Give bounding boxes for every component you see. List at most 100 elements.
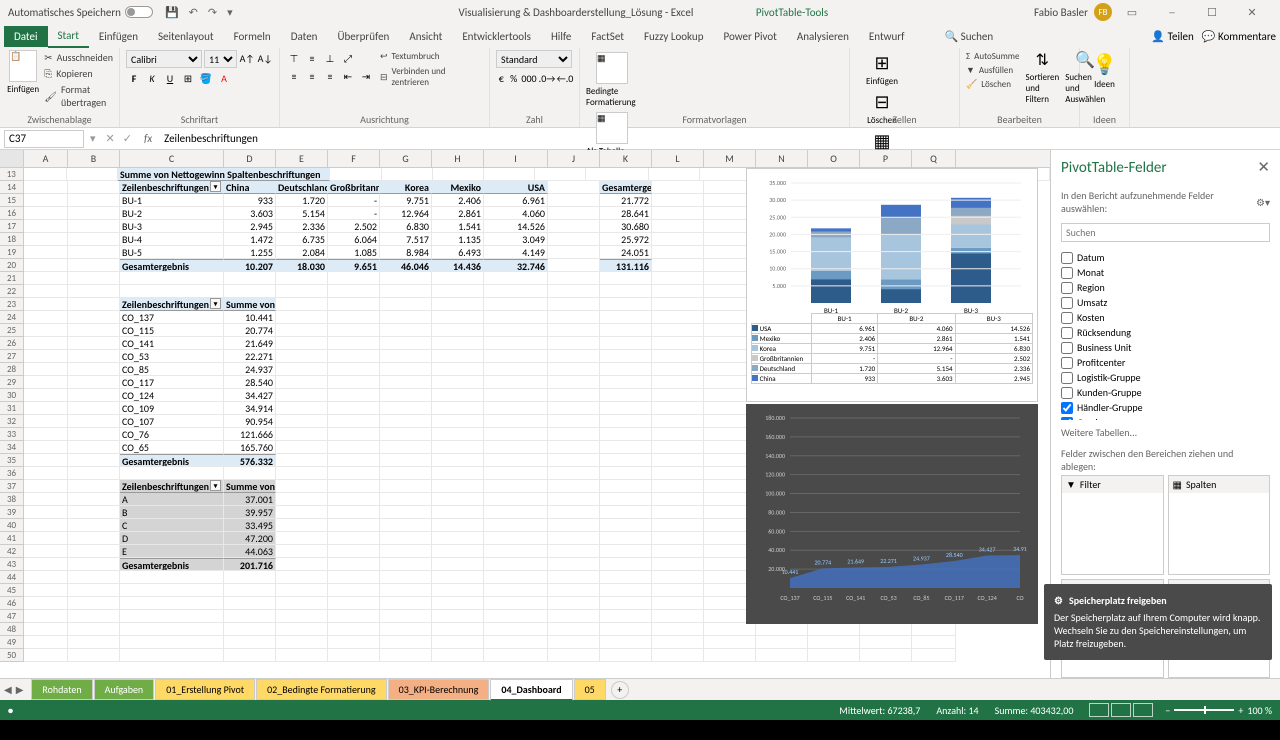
field-list[interactable]: DatumMonatRegionUmsatzKostenRücksendungB… — [1061, 250, 1270, 420]
sheet-tab-02[interactable]: 02_Bedingte Formatierung — [256, 679, 387, 700]
pane-close-icon[interactable]: ✕ — [1257, 158, 1270, 177]
field-checkbox[interactable] — [1061, 267, 1073, 279]
field-checkbox[interactable] — [1061, 297, 1073, 309]
percent-icon[interactable]: % — [509, 70, 520, 86]
tab-design[interactable]: Entwurf — [859, 26, 915, 47]
tab-data[interactable]: Daten — [281, 26, 328, 47]
field-checkbox[interactable] — [1061, 327, 1073, 339]
tab-search[interactable]: 🔍 Suchen — [934, 26, 1003, 47]
align-center-icon[interactable]: ≡ — [304, 68, 320, 84]
tab-factset[interactable]: FactSet — [581, 26, 634, 47]
zoom-slider[interactable] — [1174, 709, 1234, 711]
columns-area[interactable]: ▦ Spalten — [1168, 475, 1271, 575]
decimal-dec-icon[interactable]: ←.0 — [557, 70, 573, 86]
sheet-tab-03[interactable]: 03_KPI-Berechnung — [388, 679, 490, 700]
add-sheet-button[interactable]: + — [611, 681, 629, 699]
undo-icon[interactable]: ↶ — [189, 6, 198, 19]
filter-area[interactable]: ▼ Filter — [1061, 475, 1164, 575]
field-checkbox[interactable] — [1061, 342, 1073, 354]
tab-nav-next-icon[interactable]: ▶ — [16, 683, 24, 696]
formula-input[interactable]: Zeilenbeschriftungen — [160, 132, 1280, 145]
fx-icon[interactable]: fx — [136, 132, 160, 145]
tab-formulas[interactable]: Formeln — [224, 26, 281, 47]
tab-view[interactable]: Ansicht — [399, 26, 452, 47]
align-bottom-icon[interactable]: ⊥ — [322, 50, 338, 66]
field-search-input[interactable] — [1061, 223, 1270, 242]
font-name-select[interactable]: Calibri — [126, 50, 202, 68]
currency-icon[interactable]: € — [496, 70, 507, 86]
share-button[interactable]: 👤 Teilen — [1151, 30, 1193, 43]
clear-button[interactable]: 🧹 Löschen — [966, 78, 1019, 91]
decrease-font-icon[interactable]: A↓ — [257, 50, 273, 66]
name-box[interactable] — [4, 130, 84, 148]
save-icon[interactable]: 💾 — [165, 6, 179, 19]
italic-icon[interactable]: K — [144, 70, 160, 86]
field-checkbox[interactable] — [1061, 417, 1073, 421]
worksheet-grid[interactable]: ABCDEFGHIJKLMNOPQ 13Summe von Nettogewin… — [0, 150, 1050, 678]
storage-notification[interactable]: ⚙Speicherplatz freigeben Der Speicherpla… — [1044, 584, 1272, 660]
page-break-view-icon[interactable] — [1133, 703, 1153, 717]
underline-icon[interactable]: U — [162, 70, 178, 86]
zoom-level[interactable]: 100 % — [1247, 704, 1272, 717]
confirm-formula-icon[interactable]: ✓ — [119, 132, 136, 145]
field-checkbox[interactable] — [1061, 252, 1073, 264]
record-macro-icon[interactable]: ⏺ — [8, 704, 13, 717]
increase-font-icon[interactable]: A↑ — [239, 50, 255, 66]
font-size-select[interactable]: 11 — [204, 50, 237, 68]
tab-powerpivot[interactable]: Power Pivot — [713, 26, 786, 47]
zoom-out-icon[interactable]: − — [1165, 704, 1170, 717]
cut-button[interactable]: ✂ Ausschneiden — [44, 50, 113, 65]
tab-nav-prev-icon[interactable]: ◀ — [4, 683, 12, 696]
cancel-formula-icon[interactable]: ✕ — [102, 132, 119, 145]
conditional-format-button[interactable]: ▦Bedingte Formatierung — [586, 52, 638, 108]
fill-button[interactable]: ▼ Ausfüllen — [966, 64, 1019, 77]
fill-color-icon[interactable]: 🪣 — [198, 70, 214, 86]
tab-fuzzy[interactable]: Fuzzy Lookup — [634, 26, 714, 47]
format-painter-button[interactable]: 🖌 Format übertragen — [44, 82, 113, 110]
comma-icon[interactable]: 000 — [521, 70, 537, 86]
align-right-icon[interactable]: ≡ — [322, 68, 338, 84]
tab-insert[interactable]: Einfügen — [89, 26, 148, 47]
bold-icon[interactable]: F — [126, 70, 142, 86]
align-left-icon[interactable]: ≡ — [286, 68, 302, 84]
number-format-select[interactable]: Standard — [496, 50, 572, 68]
copy-button[interactable]: ⎘ Kopieren — [44, 66, 113, 81]
indent-more-icon[interactable]: ⇥ — [358, 68, 374, 84]
tab-analyze[interactable]: Analysieren — [787, 26, 859, 47]
user-name[interactable]: Fabio Basler — [1034, 6, 1088, 19]
tab-layout[interactable]: Seitenlayout — [148, 26, 224, 47]
close-icon[interactable]: ✕ — [1232, 6, 1272, 19]
wrap-text-button[interactable]: ↩ Textumbruch — [380, 50, 483, 63]
minimize-icon[interactable]: ─ — [1152, 6, 1192, 19]
sheet-tab-01[interactable]: 01_Erstellung Pivot — [155, 679, 255, 700]
sort-filter-button[interactable]: ⇅Sortieren und Filtern — [1025, 50, 1059, 105]
normal-view-icon[interactable] — [1089, 703, 1109, 717]
field-checkbox[interactable] — [1061, 387, 1073, 399]
autosum-button[interactable]: Σ AutoSumme — [966, 50, 1019, 63]
paste-button[interactable]: 📋 Einfügen — [6, 50, 40, 110]
field-checkbox[interactable] — [1061, 282, 1073, 294]
ribbon-options-icon[interactable]: ▭ — [1112, 6, 1152, 19]
field-checkbox[interactable] — [1061, 402, 1073, 414]
comments-button[interactable]: 💬 Kommentare — [1202, 30, 1276, 43]
area-chart[interactable]: 20.00040.00060.00080.000100.000120.00014… — [746, 404, 1038, 624]
align-middle-icon[interactable]: ≡ — [304, 50, 320, 66]
tab-start[interactable]: Start — [48, 25, 89, 48]
field-checkbox[interactable] — [1061, 372, 1073, 384]
sheet-tab-aufgaben[interactable]: Aufgaben — [94, 679, 155, 700]
font-color-icon[interactable]: A — [216, 70, 232, 86]
autosave-toggle[interactable] — [125, 6, 153, 18]
pane-gear-icon[interactable]: ⚙▾ — [1256, 196, 1270, 209]
page-layout-view-icon[interactable] — [1111, 703, 1131, 717]
orientation-icon[interactable]: ⤢ — [340, 50, 356, 66]
ideas-button[interactable]: 💡Ideen — [1079, 52, 1131, 90]
decimal-inc-icon[interactable]: .0→ — [539, 70, 555, 86]
field-checkbox[interactable] — [1061, 312, 1073, 324]
sheet-tab-04[interactable]: 04_Dashboard — [490, 679, 572, 701]
indent-less-icon[interactable]: ⇤ — [340, 68, 356, 84]
tab-help[interactable]: Hilfe — [541, 26, 581, 47]
insert-cells-button[interactable]: ⊞Einfügen — [856, 52, 908, 87]
field-checkbox[interactable] — [1061, 357, 1073, 369]
border-icon[interactable]: ⊞ — [180, 70, 196, 86]
maximize-icon[interactable]: ☐ — [1192, 6, 1232, 19]
